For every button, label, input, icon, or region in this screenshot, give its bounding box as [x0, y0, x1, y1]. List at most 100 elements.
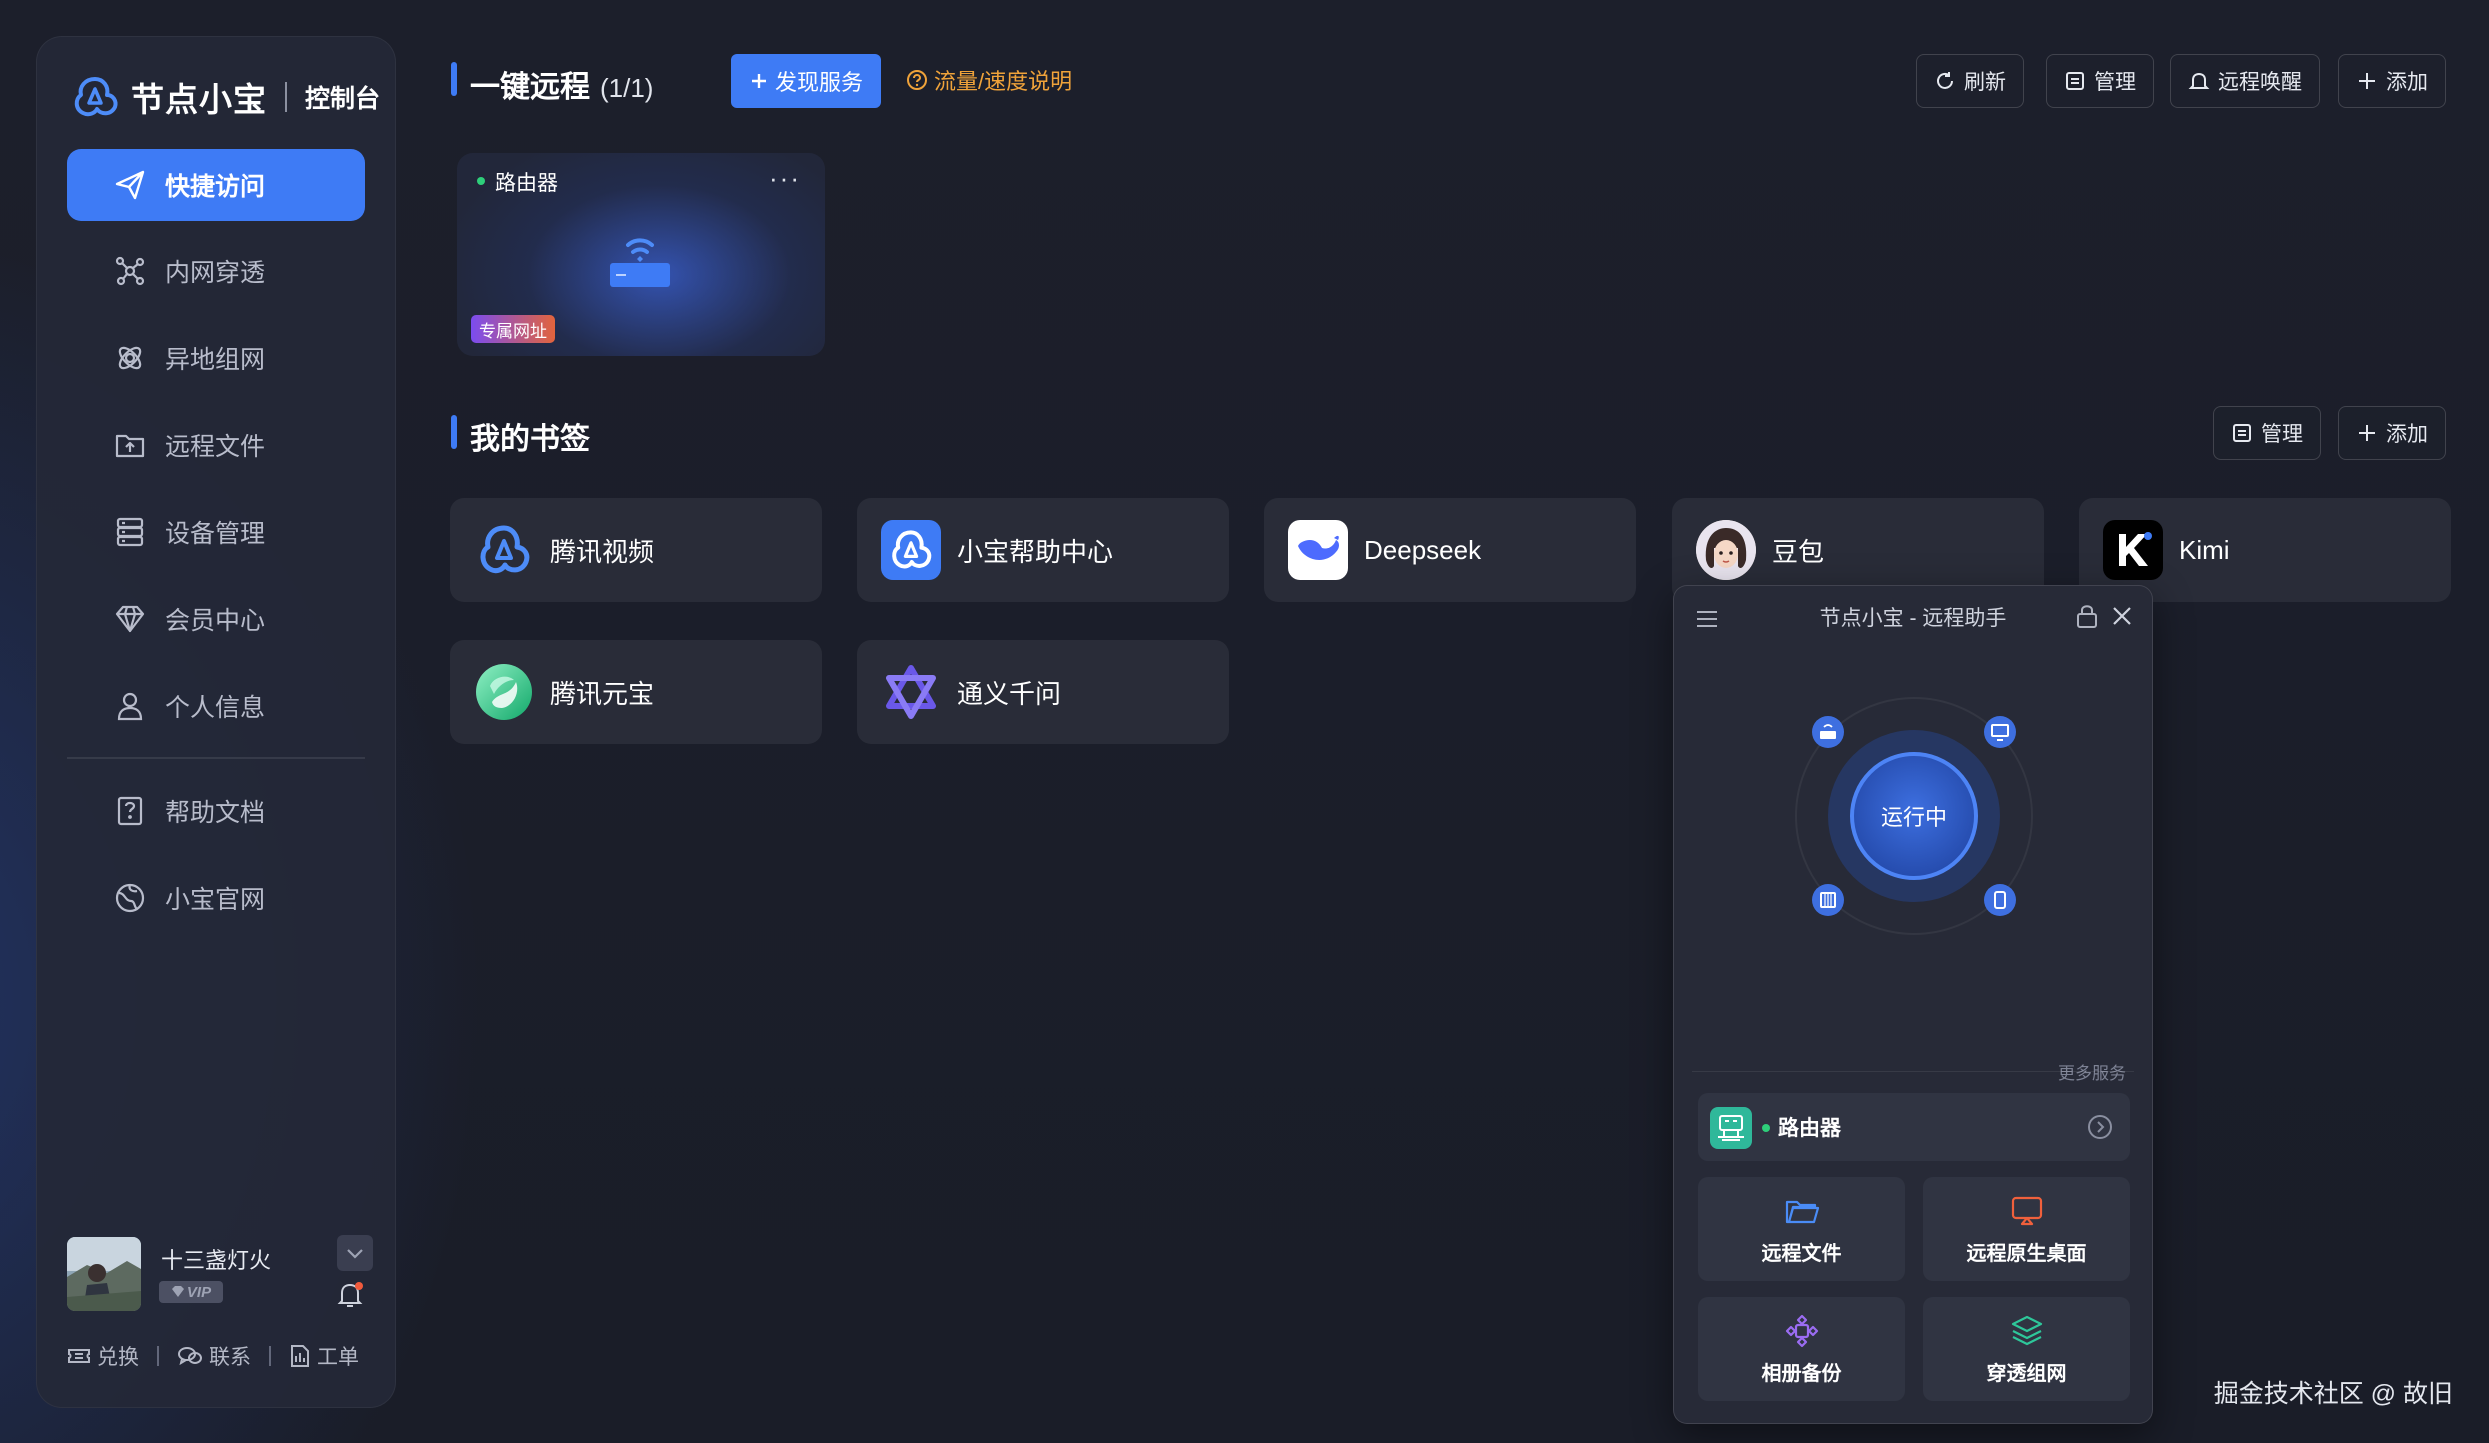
router-icon	[610, 238, 670, 287]
lock-icon[interactable]	[2074, 602, 2100, 630]
assistant-divider	[1692, 1071, 2134, 1072]
tile-penetration-network[interactable]: 穿透组网	[1923, 1297, 2130, 1401]
nav-item-personal-info[interactable]: 个人信息	[67, 670, 365, 742]
plus-icon	[2359, 425, 2375, 441]
send-icon	[115, 170, 145, 200]
tile-label: 远程原生桌面	[1966, 1242, 2087, 1265]
user-icon	[117, 692, 143, 721]
tencent-video-logo-icon	[474, 520, 534, 580]
globe-icon	[115, 883, 145, 913]
nav-item-official-site[interactable]: 小宝官网	[67, 862, 365, 934]
close-icon[interactable]	[2110, 604, 2134, 628]
brand-separator	[285, 82, 287, 112]
nav-item-help-docs[interactable]: 帮助文档	[67, 775, 365, 847]
nav-item-device-management[interactable]: 设备管理	[67, 496, 365, 568]
refresh-button[interactable]: 刷新	[1916, 54, 2024, 108]
layers-icon	[2011, 1315, 2042, 1345]
user-profile[interactable]: 十三盏灯火 VIP	[67, 1237, 367, 1317]
redeem-label: 兑换	[97, 1346, 139, 1369]
add-device-button[interactable]: 添加	[2338, 54, 2446, 108]
remote-section-title: 一键远程 (1/1)	[470, 62, 653, 106]
nav-item-label: 会员中心	[165, 607, 266, 635]
add-label: 添加	[2386, 423, 2428, 446]
nav-item-member-center[interactable]: 会员中心	[67, 583, 365, 655]
remote-wake-label: 远程唤醒	[2218, 71, 2302, 94]
redeem-link[interactable]: 兑换	[67, 1341, 139, 1371]
watermark: 掘金技术社区 @ 故旧	[2213, 1380, 2453, 1408]
traffic-link-label: 流量/速度说明	[934, 69, 1073, 94]
more-options-icon[interactable]: ···	[769, 163, 801, 194]
user-menu-dropdown[interactable]	[337, 1235, 373, 1271]
help-doc-icon	[117, 796, 143, 826]
network-icon	[115, 256, 145, 286]
remote-wake-button[interactable]: 远程唤醒	[2170, 54, 2320, 108]
diamond-icon	[115, 605, 145, 633]
tile-photo-backup[interactable]: 相册备份	[1698, 1297, 1905, 1401]
chat-icon	[178, 1347, 202, 1366]
link-separator	[269, 1346, 271, 1366]
notification-bell-icon[interactable]	[333, 1277, 367, 1311]
manage-devices-button[interactable]: 管理	[2046, 54, 2154, 108]
remote-assistant-panel: 节点小宝 - 远程助手 运行中 更多服务 路由器 远程文件 远程原生桌面 相册备…	[1673, 585, 2153, 1424]
tile-remote-files[interactable]: 远程文件	[1698, 1177, 1905, 1281]
nav-item-remote-files[interactable]: 远程文件	[67, 409, 365, 481]
chevron-right-circle-icon[interactable]	[2086, 1113, 2114, 1141]
refresh-label: 刷新	[1964, 71, 2006, 94]
photo-sync-icon	[1785, 1314, 1818, 1347]
tile-label: 穿透组网	[1986, 1362, 2067, 1385]
nav-item-label: 快捷访问	[165, 173, 266, 201]
add-bookmark-button[interactable]: 添加	[2338, 406, 2446, 460]
bookmark-xiaobao-help-center[interactable]: 小宝帮助中心	[857, 498, 1229, 602]
plus-icon	[751, 74, 766, 88]
vip-badge: VIP	[159, 1281, 223, 1303]
add-label: 添加	[2386, 71, 2428, 94]
bookmark-tencent-yuanbao[interactable]: 腾讯元宝	[450, 640, 822, 744]
avatar[interactable]	[67, 1237, 141, 1311]
manage-icon	[2233, 424, 2251, 442]
bookmark-label: Deepseek	[1364, 534, 1482, 565]
folder-icon	[1785, 1200, 1819, 1223]
discover-service-button[interactable]: 发现服务	[731, 54, 881, 108]
nav-item-label: 远程文件	[165, 433, 266, 461]
manage-label: 管理	[2261, 423, 2303, 446]
device-card-router[interactable]: 路由器 ··· 专属网址	[457, 153, 825, 356]
orbit-icon	[118, 346, 142, 370]
bookmarks-section-title: 我的书签	[470, 423, 590, 456]
online-status-dot	[1762, 1124, 1770, 1132]
bookmark-deepseek[interactable]: Deepseek	[1264, 498, 1636, 602]
yuanbao-logo-icon	[474, 662, 534, 722]
bookmark-tencent-video[interactable]: 腾讯视频	[450, 498, 822, 602]
xiaobao-logo-icon	[881, 520, 941, 580]
manage-bookmarks-button[interactable]: 管理	[2213, 406, 2321, 460]
link-separator	[157, 1346, 159, 1366]
monitor-icon	[2011, 1196, 2042, 1225]
bookmark-label: Kimi	[2179, 534, 2230, 565]
nav-item-quick-access[interactable]: 快捷访问	[67, 149, 365, 221]
brand-subtitle: 控制台	[305, 85, 381, 113]
online-status-dot	[477, 177, 485, 185]
tile-remote-native-desktop[interactable]: 远程原生桌面	[1923, 1177, 2130, 1281]
vip-diamond-icon	[171, 1286, 184, 1297]
ticket-label: 工单	[317, 1346, 359, 1369]
bookmark-label: 豆包	[1772, 536, 1825, 567]
brand[interactable]: 节点小宝 控制台	[71, 65, 380, 129]
device-router-icon	[1710, 1107, 1752, 1149]
nav-item-label: 小宝官网	[165, 886, 266, 914]
assistant-device-name: 路由器	[1778, 1117, 1841, 1140]
running-status[interactable]: 运行中	[1794, 696, 2034, 936]
nav-item-intranet-penetration[interactable]: 内网穿透	[67, 235, 365, 307]
vip-label: VIP	[186, 1283, 212, 1301]
bookmark-tongyi-qianwen[interactable]: 通义千问	[857, 640, 1229, 744]
chevron-down-icon	[347, 1249, 363, 1259]
bookmark-label: 腾讯视频	[550, 536, 655, 567]
contact-link[interactable]: 联系	[177, 1341, 251, 1371]
assistant-device-row[interactable]: 路由器	[1698, 1093, 2130, 1161]
nav-item-label: 个人信息	[165, 694, 266, 722]
tongyi-logo-icon	[881, 662, 941, 722]
traffic-speed-link[interactable]: 流量/速度说明	[906, 64, 1072, 96]
ticket-link[interactable]: 工单	[289, 1341, 359, 1371]
discover-service-label: 发现服务	[774, 70, 863, 95]
nav-item-remote-networking[interactable]: 异地组网	[67, 322, 365, 394]
ticket-icon	[68, 1349, 90, 1363]
sidebar: 节点小宝 控制台 快捷访问 内网穿透 异地组网 远程文件 设备管理 会员中心 个…	[36, 36, 396, 1408]
